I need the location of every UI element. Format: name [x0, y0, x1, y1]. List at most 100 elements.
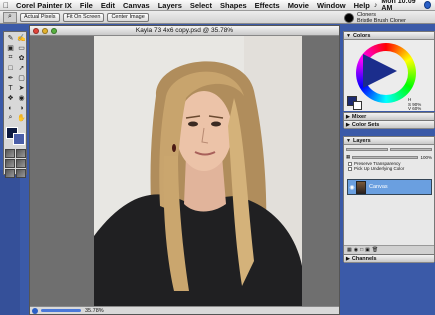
grabber-hand-icon[interactable]: ✋ — [16, 113, 27, 123]
color-picker: H S 90% V 60% — [344, 40, 434, 111]
paint-bucket-icon[interactable]: ▣ — [5, 43, 16, 53]
layer-thumbnail — [356, 180, 366, 194]
shape-tool-icon[interactable]: ▢ — [16, 73, 27, 83]
delete-layer-icon[interactable]: 🗑 — [372, 247, 378, 253]
dropper-tool-icon[interactable]: ✍ — [16, 33, 27, 43]
actual-pixels-button[interactable]: Actual Pixels — [20, 12, 60, 22]
composite-method-select[interactable] — [346, 147, 388, 151]
layers-body: ▦ 100% Preserve Transparency Pick Up Und… — [344, 145, 434, 254]
layers-palette-title: Layers — [352, 137, 371, 144]
fit-on-screen-button[interactable]: Fit On Screen — [62, 12, 105, 22]
text-tool-icon[interactable]: T — [5, 83, 16, 93]
paper-patch[interactable] — [5, 149, 15, 158]
opacity-icon: ▦ — [346, 154, 351, 159]
volume-icon[interactable]: ♪ — [374, 2, 378, 9]
collapse-triangle-icon[interactable]: ▼ — [346, 138, 351, 144]
navigator-icon[interactable] — [32, 307, 38, 314]
menu-select[interactable]: Select — [186, 1, 216, 10]
expand-triangle-icon[interactable]: ▶ — [346, 256, 350, 262]
channels-palette-header[interactable]: ▶ Channels — [344, 255, 434, 263]
opacity-controls: ▦ 100% — [344, 153, 434, 161]
canvas-area[interactable] — [30, 36, 339, 306]
menu-canvas[interactable]: Canvas — [119, 1, 154, 10]
layer-composite-controls — [344, 145, 434, 153]
dock — [0, 170, 20, 315]
portrait-photo[interactable] — [94, 36, 302, 306]
rect-select-icon[interactable]: □ — [5, 63, 16, 73]
expand-triangle-icon[interactable]: ▶ — [346, 114, 350, 120]
brush-tool-icon[interactable]: ✎ — [5, 33, 16, 43]
channels-palette-title: Channels — [351, 255, 377, 262]
hsv-readout: H S 90% V 60% — [408, 97, 422, 112]
menu-effects[interactable]: Effects — [251, 1, 284, 10]
toolbox: ✎ ✍ ▣ ▭ ⌗ ✿ □ ➚ ✒ ▢ T ➤ ❖ ◉ ◐ ◑ ⌕ ✋ — [3, 31, 27, 178]
menu-edit[interactable]: Edit — [97, 1, 119, 10]
menu-app-name[interactable]: Corel Painter IX — [12, 1, 76, 10]
cloner-tool-icon[interactable]: ❖ — [5, 93, 16, 103]
pick-up-underlying-checkbox[interactable] — [348, 166, 352, 171]
layer-adjuster-icon[interactable]: ➚ — [16, 63, 27, 73]
visibility-eye-icon[interactable]: ◉ — [348, 184, 356, 191]
new-layer-icon[interactable]: □ — [360, 247, 363, 253]
dynamic-plugins-icon[interactable]: ◉ — [354, 247, 358, 253]
colors-palette: ▼ Colors H S 90% V 60% — [343, 31, 435, 111]
menu-shapes[interactable]: Shapes — [216, 1, 251, 10]
brush-selector[interactable]: Cloners Bristle Brush Cloner — [340, 11, 435, 24]
layer-commands-icon[interactable]: ▦ — [347, 247, 352, 253]
lasso-tool-icon[interactable]: ✿ — [16, 53, 27, 63]
layers-palette: ▼ Layers ▦ 100% Preserve Transparency Pi… — [343, 136, 435, 254]
nozzle-patch[interactable] — [16, 159, 26, 168]
layers-footer: ▦ ◉ □ ▣ 🗑 — [344, 245, 434, 254]
opacity-value[interactable]: 100% — [420, 155, 432, 160]
pattern-patch[interactable] — [5, 159, 15, 168]
document-window: Kayla 73 4x6 copy.psd @ 35.78% 35.78% — [29, 25, 340, 315]
collapse-triangle-icon[interactable]: ▼ — [346, 33, 351, 39]
rubber-stamp-icon[interactable]: ◉ — [16, 93, 27, 103]
menu-window[interactable]: Window — [313, 1, 350, 10]
look-patch[interactable] — [5, 169, 15, 178]
color-sets-palette-header[interactable]: ▶ Color Sets — [344, 121, 434, 129]
saturation-value-triangle[interactable] — [363, 54, 397, 88]
color-well[interactable] — [5, 126, 27, 146]
shape-select-icon[interactable]: ➤ — [16, 83, 27, 93]
burn-tool-icon[interactable]: ◑ — [16, 103, 27, 113]
opacity-slider[interactable] — [352, 155, 419, 159]
brush-names: Cloners Bristle Brush Cloner — [357, 12, 406, 24]
preserve-transparency-checkbox[interactable] — [348, 161, 352, 166]
eraser-tool-icon[interactable]: ▭ — [16, 43, 27, 53]
expand-triangle-icon[interactable]: ▶ — [346, 122, 350, 128]
center-image-button[interactable]: Center Image — [107, 12, 149, 22]
apple-menu-icon[interactable]:  — [0, 1, 12, 10]
palette-additional-swatch[interactable] — [353, 101, 362, 110]
menu-layers[interactable]: Layers — [154, 1, 186, 10]
selector-patches — [4, 148, 26, 179]
property-bar: ⌕ Actual Pixels Fit On Screen Center Ima… — [0, 11, 435, 24]
brush-variant: Bristle Brush Cloner — [357, 17, 406, 24]
menu-help[interactable]: Help — [350, 1, 374, 10]
pick-up-underlying-label: Pick Up Underlying Color — [354, 166, 405, 171]
colors-palette-header[interactable]: ▼ Colors — [344, 32, 434, 40]
zoom-slider[interactable] — [41, 309, 81, 312]
pick-up-underlying-option[interactable]: Pick Up Underlying Color — [344, 166, 434, 171]
channels-palette: ▶ Channels — [343, 254, 435, 263]
layer-mask-icon[interactable]: ▣ — [365, 247, 370, 253]
dodge-tool-icon[interactable]: ◐ — [5, 103, 16, 113]
spotlight-icon[interactable] — [424, 1, 431, 9]
composite-depth-select[interactable] — [390, 147, 432, 151]
value-readout: V 60% — [408, 106, 422, 111]
magnifier-icon[interactable]: ⌕ — [5, 113, 16, 123]
menu-file[interactable]: File — [76, 1, 97, 10]
menu-movie[interactable]: Movie — [284, 1, 313, 10]
color-sets-palette: ▶ Color Sets — [343, 120, 435, 129]
layers-palette-header[interactable]: ▼ Layers — [344, 137, 434, 145]
layer-row-canvas[interactable]: ◉ Canvas — [347, 179, 432, 195]
gradient-patch[interactable] — [16, 149, 26, 158]
pen-tool-icon[interactable]: ✒ — [5, 73, 16, 83]
menu-bar:  Corel Painter IX File Edit Canvas Laye… — [0, 0, 435, 12]
document-titlebar[interactable]: Kayla 73 4x6 copy.psd @ 35.78% — [30, 26, 339, 36]
crop-tool-icon[interactable]: ⌗ — [5, 53, 16, 63]
additional-color-swatch[interactable] — [13, 133, 25, 145]
document-statusbar: 35.78% — [30, 306, 339, 314]
magnifier-tool-icon[interactable]: ⌕ — [3, 11, 17, 23]
weave-patch[interactable] — [16, 169, 26, 178]
